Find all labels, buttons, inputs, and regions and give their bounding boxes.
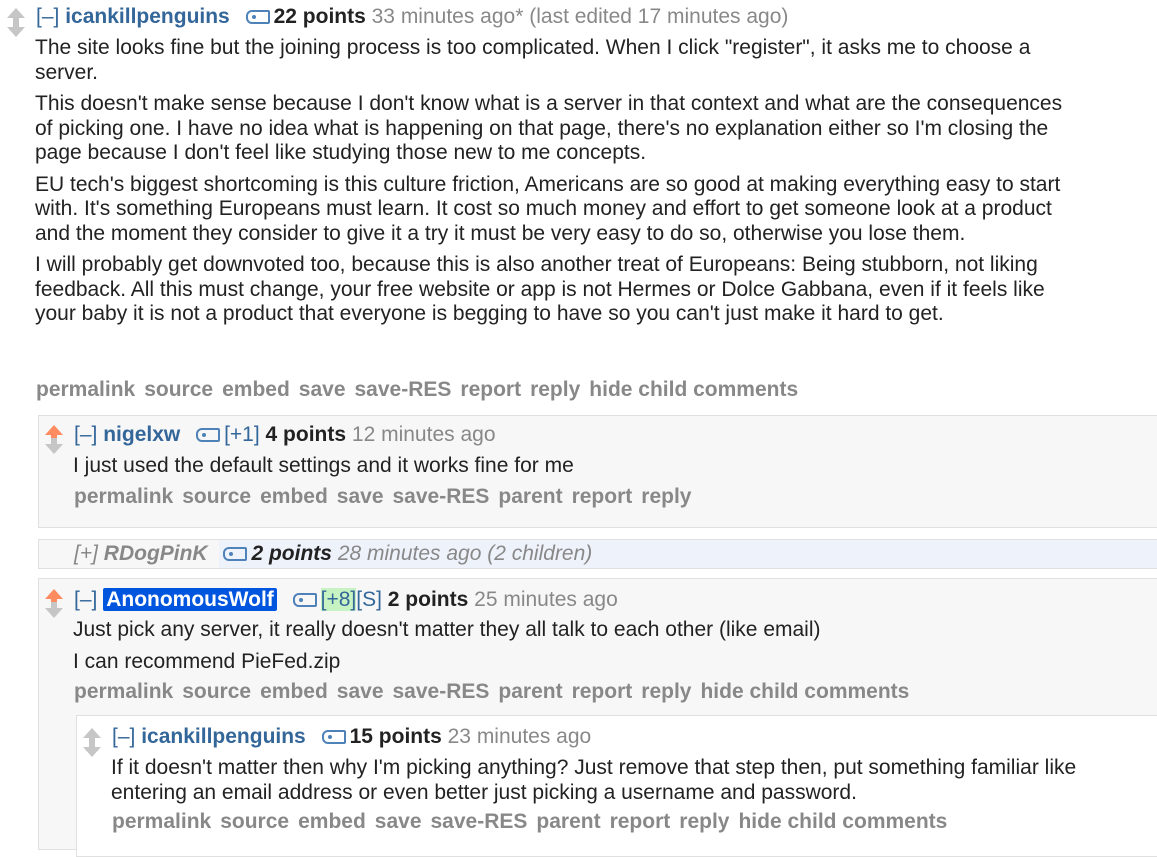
parent-button[interactable]: parent bbox=[536, 810, 600, 833]
comment-tagline: [–] AnonomousWolf [+8][S] 2 points 25 mi… bbox=[74, 588, 618, 612]
permalink-button[interactable]: permalink bbox=[74, 485, 173, 508]
score: 4 points bbox=[265, 423, 347, 446]
source-button[interactable]: source bbox=[220, 810, 289, 833]
author-link[interactable]: AnonomousWolf bbox=[103, 588, 277, 611]
collapse-toggle[interactable]: [–] bbox=[36, 5, 59, 28]
vote-arrows bbox=[44, 589, 64, 618]
permalink-button[interactable]: permalink bbox=[36, 378, 135, 401]
parent-button[interactable]: parent bbox=[498, 485, 562, 508]
score: 22 points bbox=[273, 5, 366, 28]
timestamp: 28 minutes ago (2 children) bbox=[337, 542, 593, 565]
comment-tagline: [+] RDogPinK 2 points 28 minutes ago (2 … bbox=[74, 542, 592, 566]
comment-paragraph: I will probably get downvoted too, becau… bbox=[35, 253, 1045, 325]
source-button[interactable]: source bbox=[144, 378, 213, 401]
user-tag-icon[interactable] bbox=[292, 593, 317, 607]
downvote-arrow-icon[interactable] bbox=[45, 438, 63, 454]
vote-arrows bbox=[82, 728, 102, 757]
user-tag-icon[interactable] bbox=[196, 428, 221, 442]
score: 15 points bbox=[349, 725, 442, 748]
child-comment: [–] AnonomousWolf [+8][S] 2 points 25 mi… bbox=[38, 578, 1157, 857]
score: 2 points bbox=[387, 588, 469, 611]
vote-weight-tag[interactable]: [+1] bbox=[224, 423, 260, 446]
collapsed-comment[interactable]: [+] RDogPinK 2 points 28 minutes ago (2 … bbox=[38, 539, 1157, 569]
hide-child-comments-button[interactable]: hide child comments bbox=[700, 680, 909, 703]
comment-buttons: permalink source embed save save-RES parent re… bbox=[74, 680, 918, 704]
author-link[interactable]: icankillpenguins bbox=[65, 5, 230, 28]
user-tag-icon[interactable] bbox=[245, 10, 270, 24]
author-link[interactable]: nigelxw bbox=[103, 423, 180, 446]
save-res-button[interactable]: save-RES bbox=[393, 485, 490, 508]
reply-button[interactable]: reply bbox=[641, 485, 691, 508]
save-res-button[interactable]: save-RES bbox=[355, 378, 452, 401]
score: 2 points bbox=[251, 542, 332, 565]
comment-body: The site looks fine but the joining proc… bbox=[35, 36, 1070, 334]
permalink-button[interactable]: permalink bbox=[74, 680, 173, 703]
report-button[interactable]: report bbox=[572, 485, 633, 508]
reply-button[interactable]: reply bbox=[679, 810, 729, 833]
comment-paragraph: EU tech's biggest shortcoming is this cu… bbox=[35, 172, 1061, 245]
embed-button[interactable]: embed bbox=[298, 810, 366, 833]
upvote-arrow-icon[interactable] bbox=[7, 8, 25, 24]
comment-buttons: permalink source embed save save-RES parent re… bbox=[112, 810, 956, 834]
vote-arrows bbox=[6, 8, 26, 37]
hide-child-comments-button[interactable]: hide child comments bbox=[738, 810, 947, 833]
collapse-toggle[interactable]: [–] bbox=[112, 725, 135, 748]
comment-paragraph: The site looks fine but the joining proc… bbox=[35, 36, 1031, 84]
user-tag-icon[interactable] bbox=[321, 730, 346, 744]
report-button[interactable]: report bbox=[460, 378, 521, 401]
comment-paragraph: I just used the default settings and it … bbox=[73, 454, 574, 477]
save-res-button[interactable]: save-RES bbox=[393, 680, 490, 703]
hide-child-comments-button[interactable]: hide child comments bbox=[589, 378, 798, 401]
downvote-arrow-icon[interactable] bbox=[7, 21, 25, 37]
comment-buttons: permalink source embed save save-RES parent re… bbox=[74, 485, 700, 509]
comment-paragraph: Just pick any server, it really doesn't … bbox=[73, 618, 821, 641]
user-tag-icon[interactable] bbox=[223, 547, 248, 561]
author-link[interactable]: icankillpenguins bbox=[141, 725, 306, 748]
comment-tagline: [–] nigelxw [+1] 4 points 12 minutes ago bbox=[74, 423, 496, 447]
comment-paragraph: I can recommend PieFed.zip bbox=[73, 649, 341, 673]
downvote-arrow-icon[interactable] bbox=[45, 602, 63, 618]
child-comment: [–] nigelxw [+1] 4 points 12 minutes ago… bbox=[38, 415, 1157, 528]
permalink-button[interactable]: permalink bbox=[112, 810, 211, 833]
upvote-arrow-icon[interactable] bbox=[83, 728, 101, 744]
comment-buttons: permalink source embed save save-RES report re… bbox=[36, 378, 807, 402]
comment-paragraph: This doesn't make sense because I don't … bbox=[35, 92, 1063, 164]
submitter-tag: [S] bbox=[356, 588, 382, 611]
report-button[interactable]: report bbox=[610, 810, 671, 833]
save-button[interactable]: save bbox=[337, 680, 384, 703]
timestamp: 12 minutes ago bbox=[351, 423, 496, 446]
reply-button[interactable]: reply bbox=[530, 378, 580, 401]
downvote-arrow-icon[interactable] bbox=[83, 741, 101, 757]
save-button[interactable]: save bbox=[375, 810, 422, 833]
grandchild-comment: [–] icankillpenguins 15 points 23 minute… bbox=[76, 715, 1157, 857]
embed-button[interactable]: embed bbox=[222, 378, 290, 401]
save-button[interactable]: save bbox=[337, 485, 384, 508]
upvote-arrow-icon[interactable] bbox=[45, 425, 63, 441]
comment-body: I just used the default settings and it … bbox=[73, 454, 1133, 486]
vote-weight-tag[interactable]: [+8] bbox=[320, 588, 357, 611]
upvote-arrow-icon[interactable] bbox=[45, 589, 63, 605]
author-link[interactable]: RDogPinK bbox=[104, 542, 208, 565]
comment-tagline: [–] icankillpenguins 15 points 23 minute… bbox=[112, 725, 591, 749]
comment-body: Just pick any server, it really doesn't … bbox=[73, 618, 1133, 681]
expand-toggle[interactable]: [+] bbox=[74, 542, 98, 565]
save-button[interactable]: save bbox=[299, 378, 346, 401]
collapse-toggle[interactable]: [–] bbox=[74, 588, 97, 611]
timestamp: 23 minutes ago bbox=[447, 725, 592, 748]
collapse-toggle[interactable]: [–] bbox=[74, 423, 97, 446]
comment-tagline: [–] icankillpenguins 22 points 33 minute… bbox=[36, 5, 788, 29]
comment-paragraph: If it doesn't matter then why I'm pickin… bbox=[111, 756, 1077, 804]
reply-button[interactable]: reply bbox=[641, 680, 691, 703]
save-res-button[interactable]: save-RES bbox=[431, 810, 528, 833]
comment-body: If it doesn't matter then why I'm pickin… bbox=[111, 756, 1141, 812]
embed-button[interactable]: embed bbox=[260, 485, 328, 508]
source-button[interactable]: source bbox=[182, 680, 251, 703]
timestamp: 33 minutes ago* (last edited 17 minutes … bbox=[371, 5, 789, 28]
vote-arrows bbox=[44, 425, 64, 454]
source-button[interactable]: source bbox=[182, 485, 251, 508]
report-button[interactable]: report bbox=[572, 680, 633, 703]
parent-button[interactable]: parent bbox=[498, 680, 562, 703]
timestamp: 25 minutes ago bbox=[474, 588, 618, 611]
embed-button[interactable]: embed bbox=[260, 680, 328, 703]
